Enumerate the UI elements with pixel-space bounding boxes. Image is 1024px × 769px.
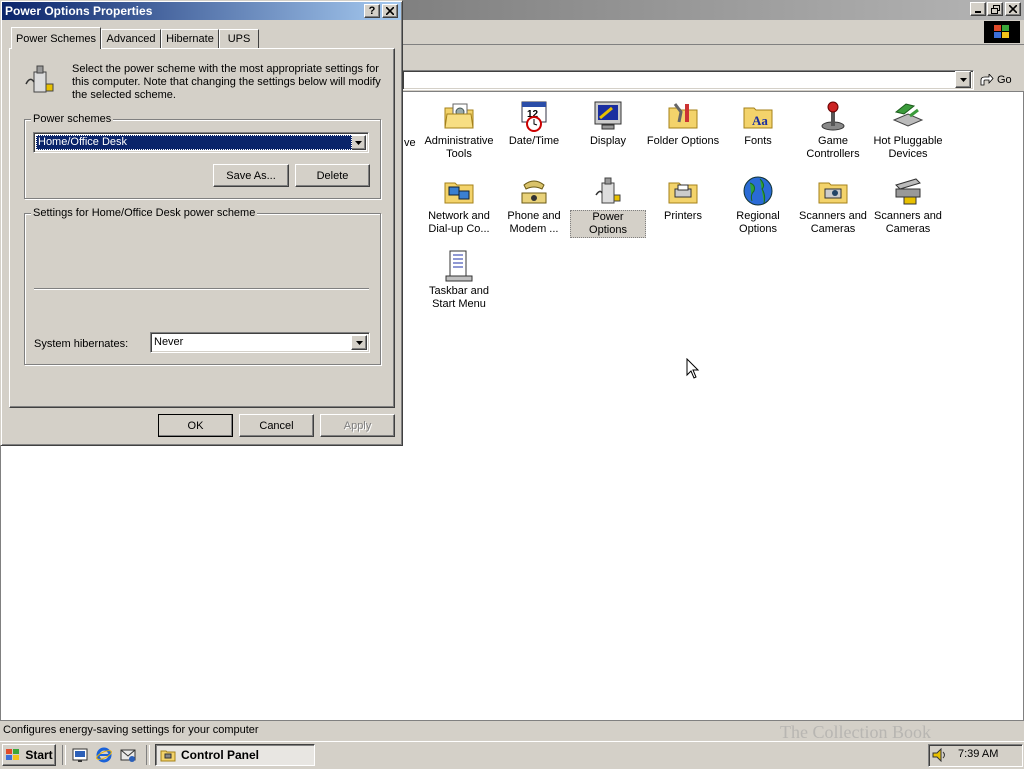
task-label: Control Panel [181,748,260,762]
icon-game-controllers[interactable]: Game Controllers [795,100,871,161]
fonts-icon: Aa [742,100,774,132]
display-icon [592,100,624,132]
icon-display[interactable]: Display [570,100,646,148]
cancel-button[interactable]: Cancel [239,414,314,437]
windows-flag-icon [994,25,1009,38]
show-desktop-icon [72,748,88,762]
control-panel-titlebar [402,0,1024,20]
power-options-icon [25,65,54,93]
close-icon [386,7,394,15]
close-window-button[interactable] [1005,2,1021,16]
show-desktop-button[interactable] [72,747,90,765]
scanners-cameras-2-icon [892,175,924,207]
go-button[interactable]: Go [976,70,1018,90]
power-scheme-dropdown-button[interactable] [350,135,366,150]
svg-text:Aa: Aa [752,113,768,128]
game-controllers-icon [817,100,849,132]
address-input[interactable] [402,70,974,90]
partial-icon-label: ve [404,137,416,149]
icon-administrative-tools[interactable]: Administrative Tools [421,100,497,161]
start-label: Start [25,748,53,762]
watermark: The Collection Book [780,722,931,742]
delete-button[interactable]: Delete [295,164,370,187]
icon-date-time[interactable]: 12 Date/Time [496,100,572,148]
system-hibernates-dropdown-button[interactable] [351,335,367,350]
restore-icon [990,4,1000,14]
icon-network-dialup[interactable]: Network and Dial-up Co... [421,175,497,236]
tab-power-schemes[interactable]: Power Schemes [11,27,101,49]
system-hibernates-select[interactable]: Never [150,332,370,353]
scanners-cameras-icon [817,175,849,207]
toolbar [402,45,1024,69]
administrative-tools-icon [443,100,475,132]
taskbar-button-control-panel[interactable]: Control Panel [155,744,315,766]
volume-icon[interactable] [932,748,948,762]
icon-taskbar-start-menu[interactable]: Taskbar and Start Menu [421,250,497,311]
save-as-button[interactable]: Save As... [213,164,289,187]
status-text: Configures energy-saving settings for yo… [3,724,259,736]
start-button[interactable]: Start [2,744,56,766]
icon-fonts[interactable]: Aa Fonts [720,100,796,148]
clock[interactable]: 7:39 AM [958,748,998,760]
folder-options-icon [667,100,699,132]
menu-bar [402,20,1024,45]
internet-explorer-icon [96,747,112,763]
intro-text: Select the power scheme with the most ap… [72,63,381,101]
go-arrow-icon [980,74,994,86]
go-label: Go [997,74,1012,86]
chevron-down-icon [355,340,363,345]
power-schemes-group [24,119,381,199]
tab-hibernate[interactable]: Hibernate [161,29,219,48]
help-button[interactable]: ? [364,4,380,18]
icon-printers[interactable]: Printers [645,175,721,223]
tab-advanced[interactable]: Advanced [101,29,161,48]
system-hibernates-value: Never [154,336,184,348]
restore-button[interactable] [987,2,1003,16]
dialog-close-button[interactable] [382,4,398,18]
icon-folder-options[interactable]: Folder Options [645,100,721,148]
outlook-express-icon [120,749,136,762]
system-hibernates-label: System hibernates: [34,338,129,350]
minimize-icon [975,11,981,13]
dialog-title: Power Options Properties [5,4,153,18]
icon-regional-options[interactable]: Regional Options [720,175,796,236]
printers-icon [667,175,699,207]
ok-button[interactable]: OK [158,414,233,437]
settings-divider [34,288,369,290]
taskbar-start-menu-icon [443,250,475,282]
power-options-icon [592,175,624,207]
icon-hot-pluggable-devices[interactable]: Hot Pluggable Devices [870,100,946,161]
help-icon: ? [368,5,376,17]
network-dialup-icon [443,175,475,207]
icon-scanners-cameras[interactable]: Scanners and Cameras [795,175,871,236]
outlook-express-button[interactable] [120,747,138,765]
icon-phone-modem[interactable]: Phone and Modem ... [496,175,572,236]
internet-explorer-button[interactable] [96,747,114,765]
tab-ups[interactable]: UPS [219,29,259,48]
chevron-down-icon [354,140,362,145]
power-scheme-value: Home/Office Desk [36,135,352,150]
phone-modem-icon [518,175,550,207]
windows-flag-icon [6,749,20,760]
address-dropdown-button[interactable] [955,71,971,88]
apply-button[interactable]: Apply [320,414,395,437]
minimize-button[interactable] [970,2,986,16]
hot-pluggable-devices-icon [892,100,924,132]
icon-scanners-cameras-2[interactable]: Scanners and Cameras [870,175,946,236]
taskbar-separator [146,745,150,765]
chevron-down-icon [959,77,967,82]
scheme-settings-label: Settings for Home/Office Desk power sche… [31,207,258,219]
date-time-icon: 12 [518,100,550,132]
mouse-cursor-icon [686,358,700,379]
power-schemes-label: Power schemes [31,113,114,125]
close-icon [1009,5,1017,13]
control-panel-icon [160,750,176,762]
regional-options-icon [742,175,774,207]
taskbar [0,741,1024,769]
windows-logo [984,21,1020,43]
icon-power-options[interactable]: Power Options [570,175,646,238]
quicklaunch-separator [62,745,66,765]
